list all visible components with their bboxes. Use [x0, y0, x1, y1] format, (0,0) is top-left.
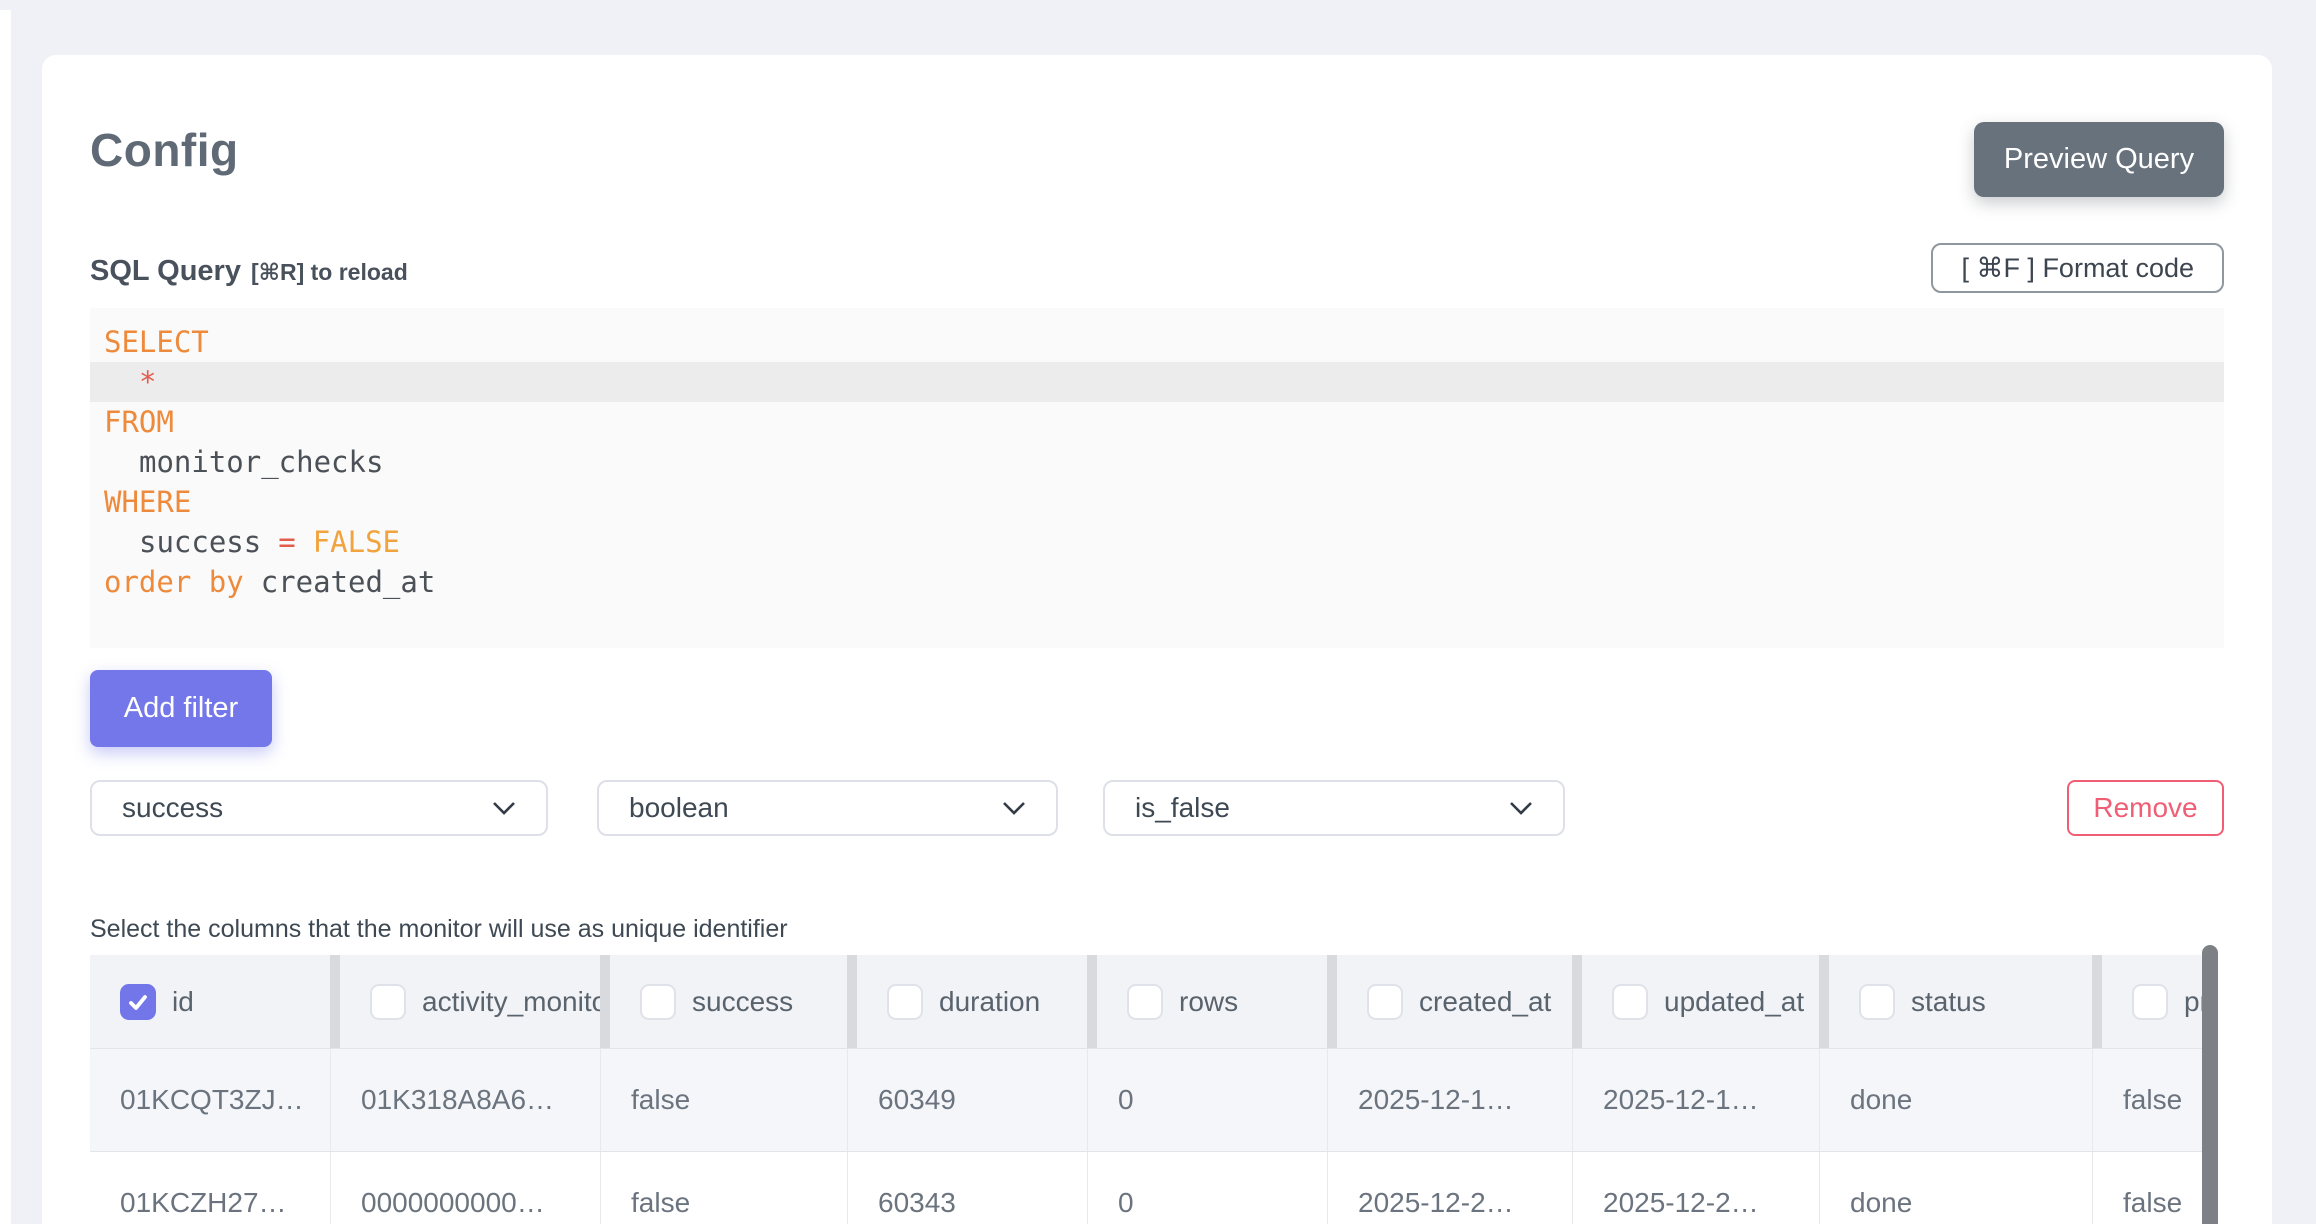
table-cell: 2025-12-2…	[1327, 1152, 1572, 1224]
left-edge-panel	[0, 10, 11, 1224]
sql-query-label-row: SQL Query [⌘R] to reload	[90, 255, 408, 288]
column-checkbox[interactable]	[640, 984, 676, 1020]
chevron-down-icon	[1509, 801, 1533, 816]
config-panel: Config Preview Query SQL Query [⌘R] to re…	[42, 55, 2272, 1224]
sql-keyword: SELECT	[104, 325, 209, 359]
sql-reload-hint: [⌘R] to reload	[251, 259, 408, 285]
column-header-label: status	[1911, 986, 1986, 1018]
table-cell: 2025-12-1…	[1572, 1049, 1819, 1151]
table-cell: 2025-12-1…	[1327, 1049, 1572, 1151]
chevron-down-icon	[1002, 801, 1026, 816]
column-header-id: id	[90, 955, 330, 1048]
sql-line: WHERE	[90, 482, 2224, 522]
table-cell: done	[1819, 1049, 2092, 1151]
sql-identifier: success	[139, 525, 261, 559]
sql-editor[interactable]: SELECT * FROM monitor_checks WHERE succe…	[90, 308, 2224, 648]
add-filter-button[interactable]: Add filter	[90, 670, 272, 747]
filter-operator-value: is_false	[1135, 792, 1230, 824]
column-header-success: success	[600, 955, 847, 1048]
sql-operator: *	[139, 365, 156, 399]
sql-line: SELECT	[90, 322, 2224, 362]
filter-column-value: success	[122, 792, 223, 824]
column-checkbox[interactable]	[1612, 984, 1648, 1020]
table-header-row: id activity_monito success duration rows…	[90, 955, 2218, 1048]
table-cell: false	[600, 1049, 847, 1151]
column-header-created-at: created_at	[1327, 955, 1572, 1048]
column-header-label: id	[172, 986, 194, 1018]
table-scrollbar[interactable]	[2202, 945, 2218, 1224]
preview-query-button[interactable]: Preview Query	[1974, 122, 2224, 197]
column-header-prefetch: prefetch	[2092, 955, 2218, 1048]
table-cell: 60343	[847, 1152, 1087, 1224]
remove-filter-button[interactable]: Remove	[2067, 780, 2224, 836]
sql-line-active: *	[90, 362, 2224, 402]
column-checkbox[interactable]	[887, 984, 923, 1020]
sql-identifier: created_at	[261, 565, 436, 599]
table-row: 01KCZH27… 0000000000… false 60343 0 2025…	[90, 1151, 2218, 1224]
column-checkbox[interactable]	[1859, 984, 1895, 1020]
sql-keyword: order by	[104, 565, 244, 599]
column-header-status: status	[1819, 955, 2092, 1048]
chevron-down-icon	[492, 801, 516, 816]
column-checkbox[interactable]	[1127, 984, 1163, 1020]
sql-identifier: monitor_checks	[139, 445, 383, 479]
table-cell: done	[1819, 1152, 2092, 1224]
sql-line: monitor_checks	[90, 442, 2224, 482]
table-cell: 0	[1087, 1152, 1327, 1224]
sql-operator: =	[278, 525, 295, 559]
sql-query-label: SQL Query	[90, 255, 241, 287]
columns-table: id activity_monito success duration rows…	[90, 955, 2218, 1224]
column-header-label: updated_at	[1664, 986, 1804, 1018]
page-background: { "page": { "title": "Config" }, "action…	[0, 0, 2316, 1224]
table-cell: 01K318A8A6…	[330, 1049, 600, 1151]
table-cell: false	[600, 1152, 847, 1224]
table-row: 01KCQT3ZJ… 01K318A8A6… false 60349 0 202…	[90, 1048, 2218, 1151]
sql-line: order by created_at	[90, 562, 2224, 602]
table-cell: 01KCZH27…	[90, 1152, 330, 1224]
table-cell: 2025-12-2…	[1572, 1152, 1819, 1224]
sql-line: FROM	[90, 402, 2224, 442]
sql-line: success = FALSE	[90, 522, 2224, 562]
filter-type-value: boolean	[629, 792, 729, 824]
column-checkbox[interactable]	[2132, 984, 2168, 1020]
sql-keyword: FROM	[104, 405, 174, 439]
format-code-button[interactable]: [ ⌘F ] Format code	[1931, 243, 2224, 293]
column-header-label: success	[692, 986, 793, 1018]
column-header-label: rows	[1179, 986, 1238, 1018]
table-cell: 0000000000…	[330, 1152, 600, 1224]
column-header-label: created_at	[1419, 986, 1551, 1018]
table-cell: 0	[1087, 1049, 1327, 1151]
column-checkbox[interactable]	[370, 984, 406, 1020]
filter-column-select[interactable]: success	[90, 780, 548, 836]
column-header-activity-monitor: activity_monito	[330, 955, 600, 1048]
column-checkbox[interactable]	[120, 984, 156, 1020]
page-title: Config	[90, 123, 239, 177]
filter-type-select[interactable]: boolean	[597, 780, 1058, 836]
table-cell: 01KCQT3ZJ…	[90, 1049, 330, 1151]
column-header-label: duration	[939, 986, 1040, 1018]
sql-value: FALSE	[313, 525, 400, 559]
filter-row: success boolean is_false Remove	[42, 780, 2272, 836]
filter-operator-select[interactable]: is_false	[1103, 780, 1565, 836]
column-header-updated-at: updated_at	[1572, 955, 1819, 1048]
unique-identifier-caption: Select the columns that the monitor will…	[90, 915, 788, 944]
table-cell: 60349	[847, 1049, 1087, 1151]
column-header-rows: rows	[1087, 955, 1327, 1048]
table-cell: false	[2092, 1049, 2218, 1151]
column-header-label: activity_monito	[422, 986, 600, 1018]
table-cell: false	[2092, 1152, 2218, 1224]
column-header-duration: duration	[847, 955, 1087, 1048]
column-checkbox[interactable]	[1367, 984, 1403, 1020]
sql-keyword: WHERE	[104, 485, 191, 519]
